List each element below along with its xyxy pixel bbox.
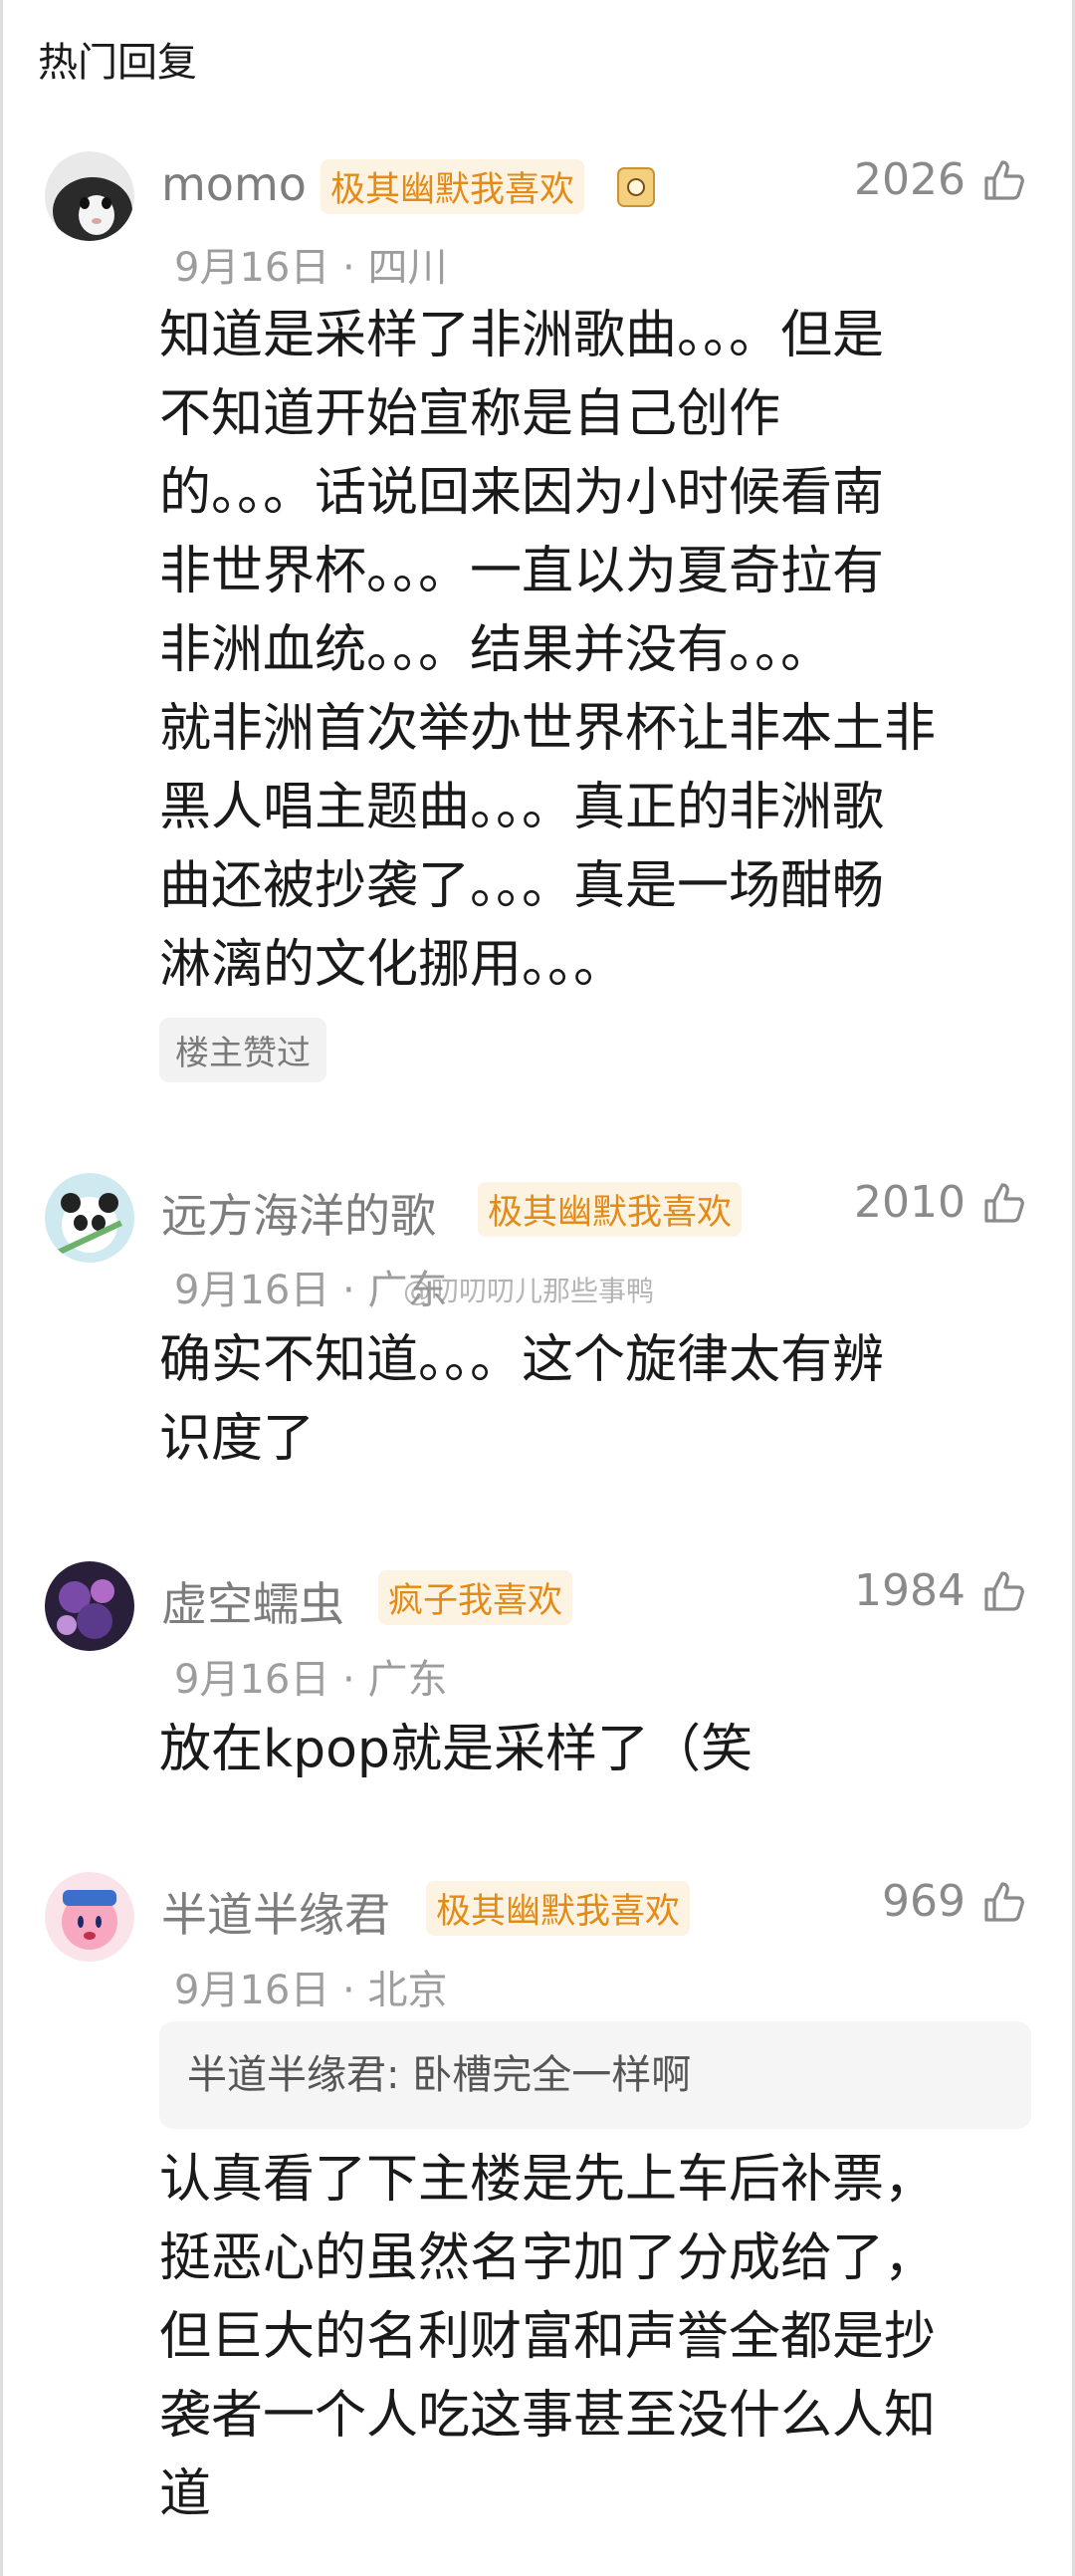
- comment-text: 确实不知道。。。这个旋律太有辨 识度了: [159, 1330, 885, 1469]
- date-location: 9月16日 · 北京: [174, 1968, 448, 2013]
- username[interactable]: momo: [161, 157, 307, 211]
- comment-text: 认真看了下主楼是先上车后补票， 挺恶心的虽然名字加了分成给了， 但巨大的名利财富…: [159, 2150, 937, 2524]
- comment-text: 放在kpop就是采样了（笑: [159, 1720, 752, 1779]
- username[interactable]: 虚空蠕虫: [161, 1568, 344, 1634]
- user-badge: 极其幽默我喜欢: [321, 159, 585, 214]
- thumbs-up-outline-icon[interactable]: [980, 1179, 1028, 1227]
- hot-replies-title: 热门回复: [38, 40, 197, 86]
- thumbs-up-outline-icon[interactable]: [980, 1567, 1028, 1615]
- watermark: @叨叨叨儿那些事鸭: [403, 1275, 655, 1307]
- username[interactable]: 半道半缘君: [161, 1879, 390, 1945]
- author-liked-tag: 楼主赞过: [159, 1018, 326, 1082]
- date-location: 9月16日 · 广东: [174, 1657, 448, 1703]
- thumbs-up-outline-icon[interactable]: [980, 156, 1028, 204]
- left-frame-edge: [0, 0, 3, 2576]
- avatar[interactable]: [45, 151, 134, 241]
- like-count: 2026: [854, 154, 966, 205]
- user-badge: 疯子我喜欢: [378, 1570, 573, 1625]
- like-count: 1984: [854, 1565, 966, 1616]
- like-count: 2010: [854, 1177, 966, 1228]
- date-location: 9月16日 · 四川: [174, 245, 448, 291]
- user-badge: 极其幽默我喜欢: [478, 1182, 743, 1237]
- user-badge: 极其幽默我喜欢: [426, 1881, 691, 1936]
- quoted-reply[interactable]: 半道半缘君: 卧槽完全一样啊: [159, 2021, 1031, 2129]
- like-count: 969: [882, 1876, 966, 1927]
- emoji-sticker-icon: [617, 167, 655, 207]
- comment-text: 知道是采样了非洲歌曲。。。但是 不知道开始宣称是自己创作 的。。。话说回来因为小…: [159, 306, 937, 995]
- avatar[interactable]: [45, 1173, 134, 1263]
- avatar[interactable]: [45, 1872, 134, 1962]
- thumbs-up-outline-icon[interactable]: [980, 1878, 1028, 1926]
- avatar[interactable]: [45, 1561, 134, 1651]
- username[interactable]: 远方海洋的歌: [161, 1180, 436, 1246]
